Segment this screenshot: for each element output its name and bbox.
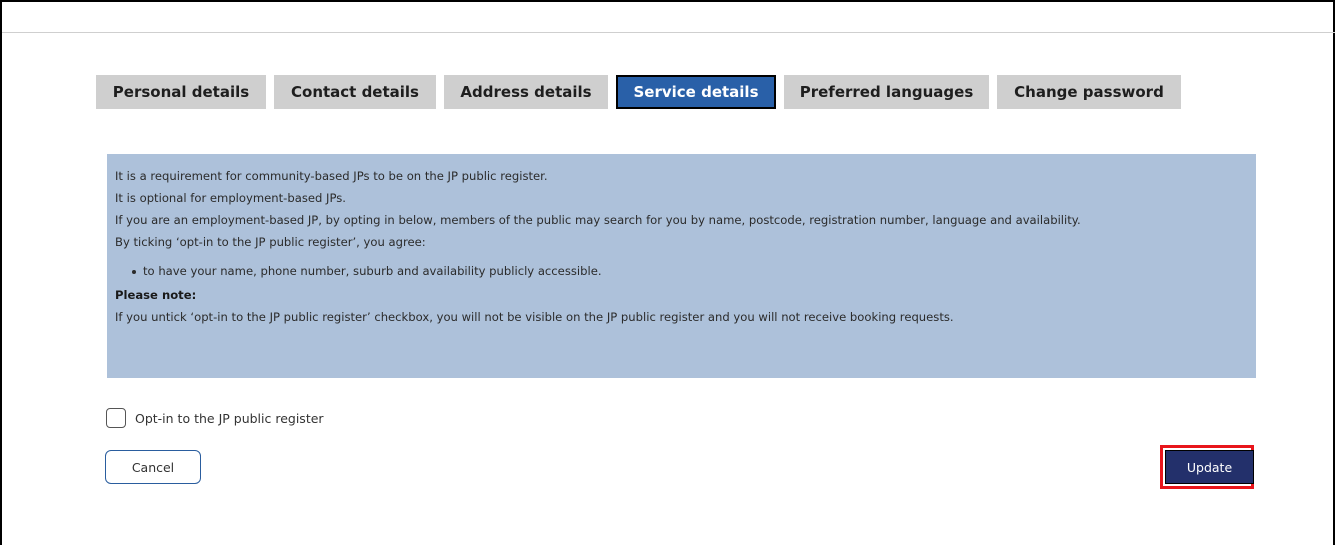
tab-preferred-languages[interactable]: Preferred languages bbox=[784, 75, 989, 109]
register-info-panel: It is a requirement for community-based … bbox=[107, 154, 1256, 378]
tab-personal-details[interactable]: Personal details bbox=[96, 75, 266, 109]
note-text: If you untick ‘opt-in to the JP public r… bbox=[115, 310, 954, 324]
info-line: It is optional for employment-based JPs. bbox=[115, 191, 346, 205]
update-button[interactable]: Update bbox=[1165, 450, 1254, 484]
opt-in-checkbox[interactable] bbox=[106, 408, 126, 428]
tab-bar: Personal details Contact details Address… bbox=[96, 75, 1181, 109]
opt-in-row: Opt-in to the JP public register bbox=[106, 408, 324, 428]
info-line: It is a requirement for community-based … bbox=[115, 169, 548, 183]
tab-address-details[interactable]: Address details bbox=[444, 75, 608, 109]
cancel-button[interactable]: Cancel bbox=[105, 450, 201, 484]
info-line: By ticking ‘opt-in to the JP public regi… bbox=[115, 235, 426, 249]
agreement-list: to have your name, phone number, suburb … bbox=[115, 255, 1248, 286]
note-heading: Please note: bbox=[115, 288, 197, 302]
tab-service-details[interactable]: Service details bbox=[616, 75, 776, 109]
info-line: If you are an employment-based JP, by op… bbox=[115, 213, 1081, 227]
tab-change-password[interactable]: Change password bbox=[997, 75, 1181, 109]
opt-in-label[interactable]: Opt-in to the JP public register bbox=[135, 411, 324, 426]
tab-contact-details[interactable]: Contact details bbox=[274, 75, 436, 109]
header-divider bbox=[2, 32, 1335, 33]
list-item: to have your name, phone number, suburb … bbox=[132, 263, 602, 278]
